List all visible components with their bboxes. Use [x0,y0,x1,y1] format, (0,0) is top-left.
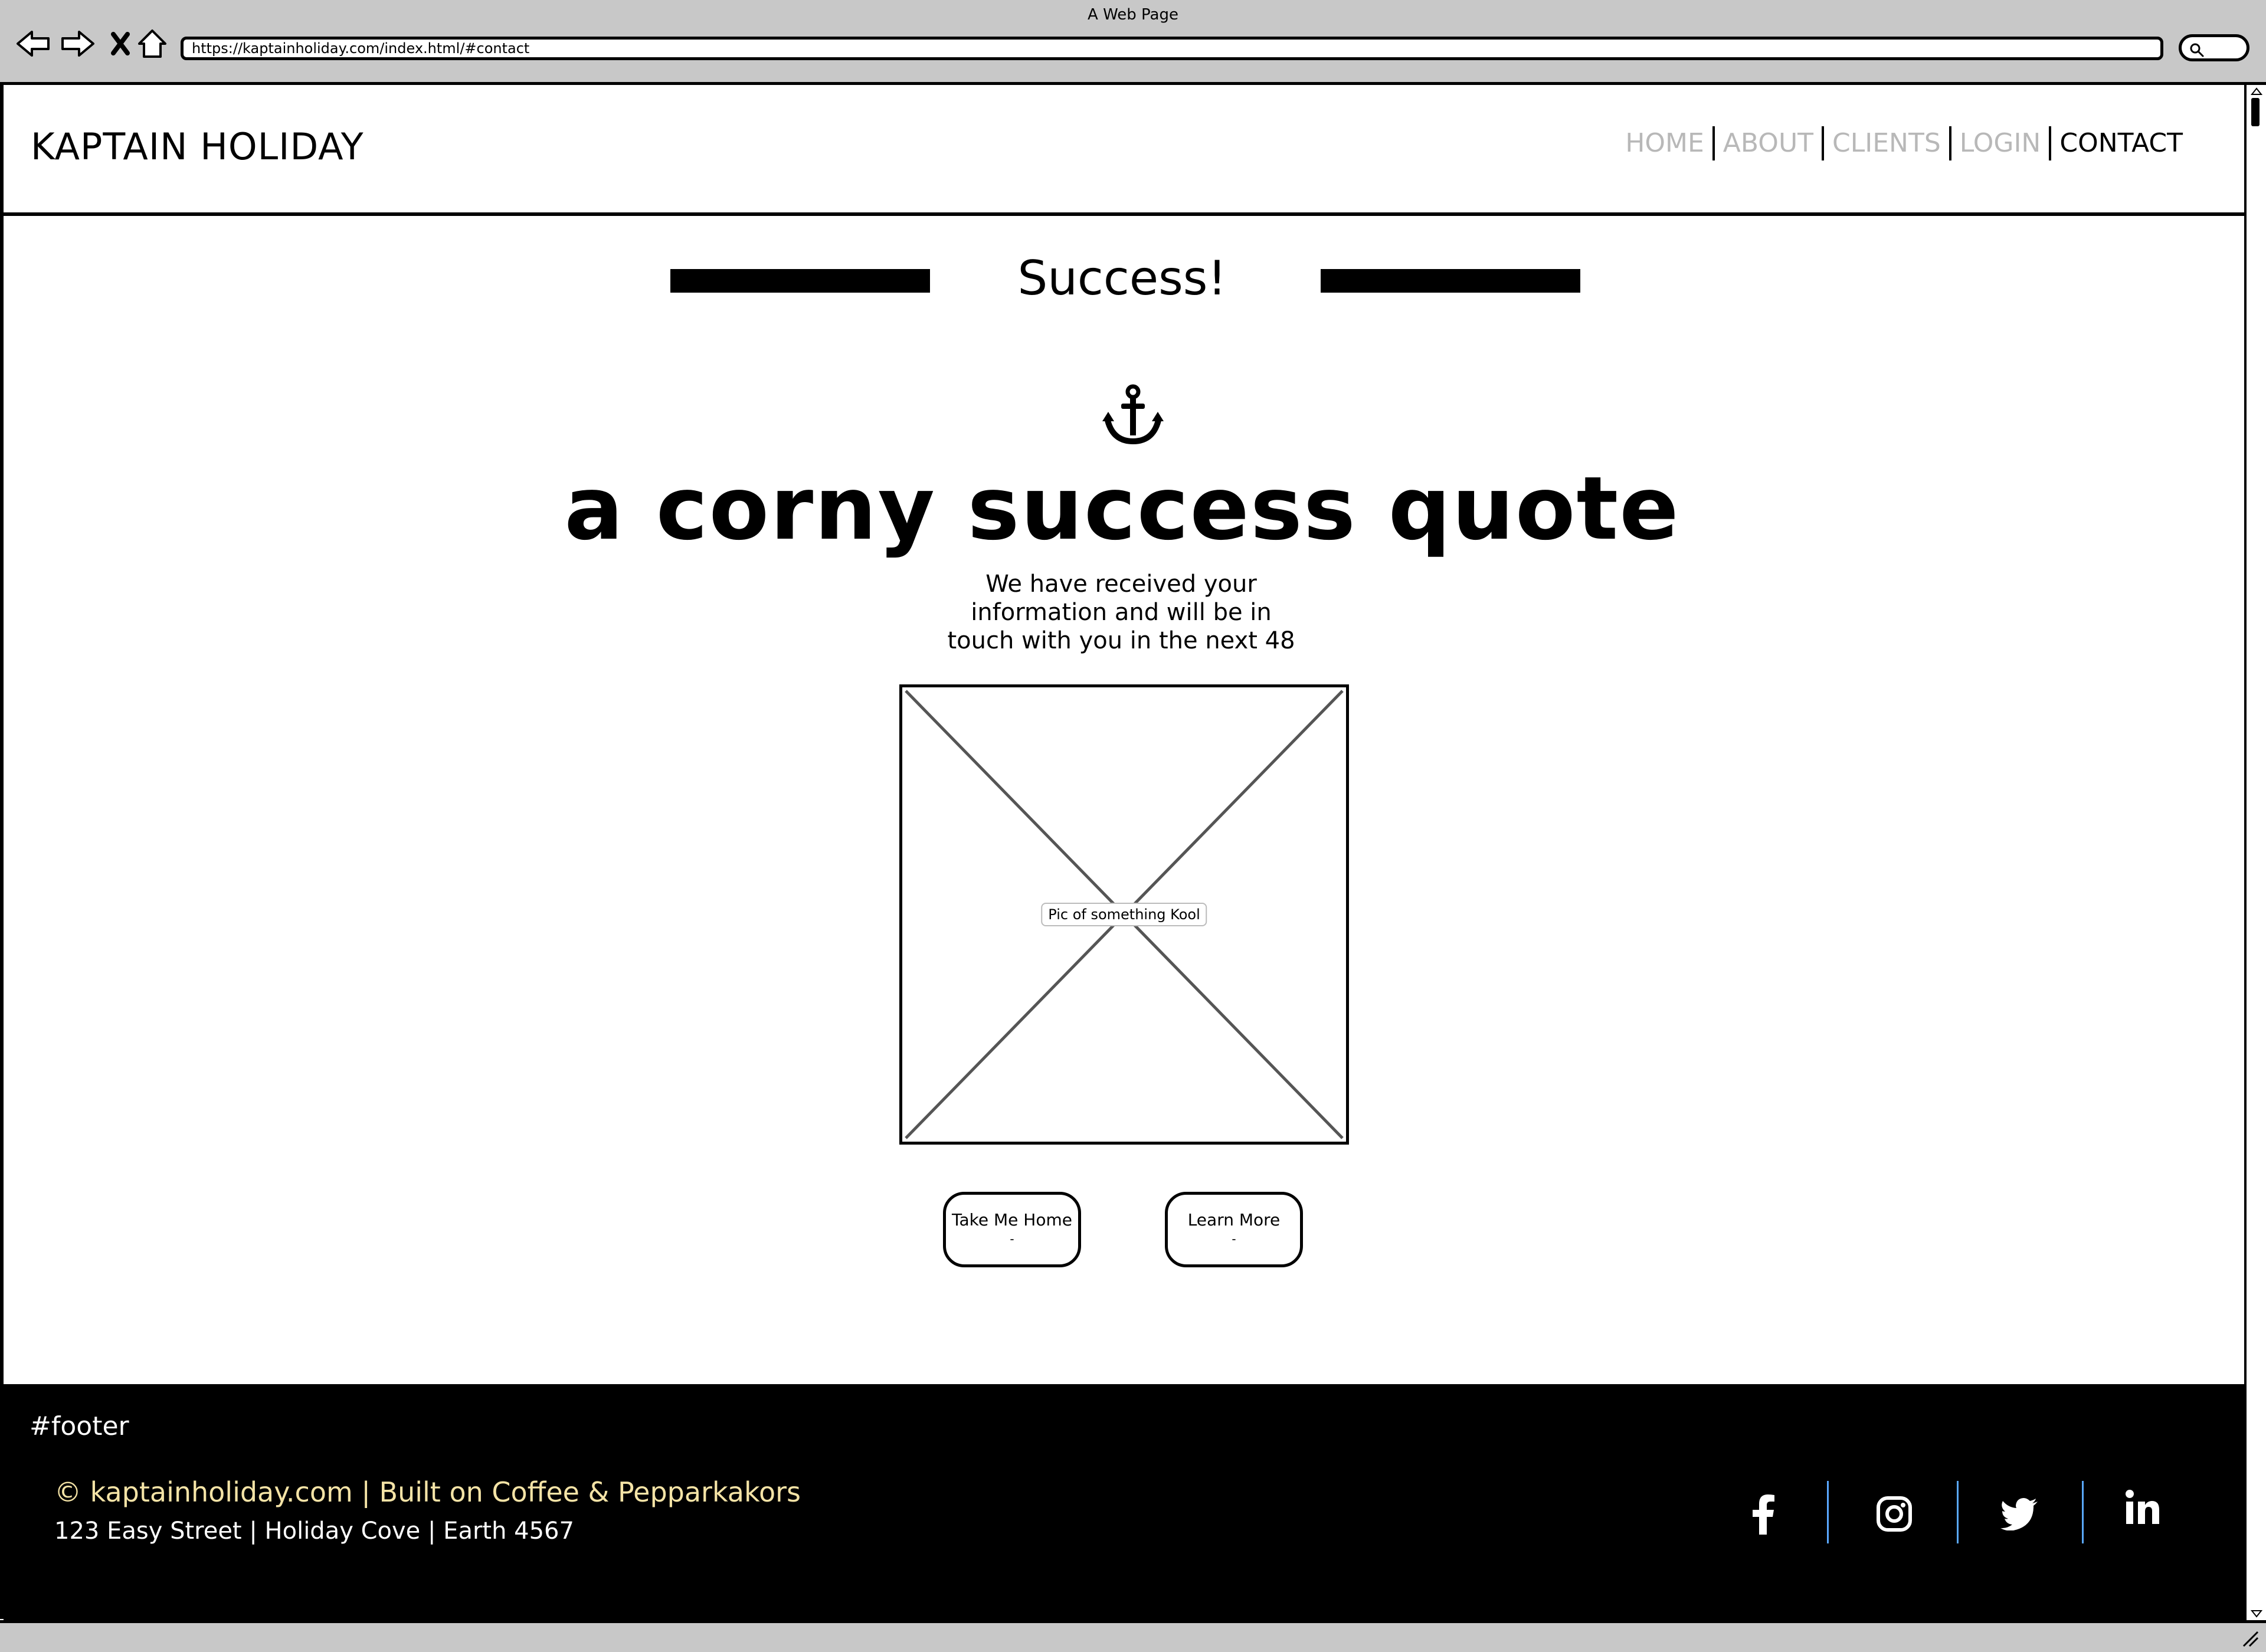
close-icon [111,32,130,55]
arrow-right-icon [61,31,94,57]
linkedin-icon[interactable] [2118,1483,2166,1530]
message-line: information and will be in [971,599,1272,626]
nav-item-contact[interactable]: CONTACT [2051,127,2191,160]
arrow-left-icon [17,31,50,57]
window-title: A Web Page [1088,6,1178,24]
button-sublabel: - [1232,1232,1236,1246]
learn-more-button[interactable]: Learn More - [1165,1192,1303,1267]
address-bar[interactable]: https://kaptainholiday.com/index.html/#c… [181,37,2163,60]
back-button[interactable] [14,25,52,63]
search-icon [2190,43,2204,57]
button-label: Take Me Home [952,1210,1072,1230]
browser-status-bar [0,1620,2266,1652]
success-quote: a corny success quote [564,458,1680,559]
social-separator [2082,1481,2084,1543]
facebook-icon[interactable] [1740,1490,1787,1538]
take-me-home-button[interactable]: Take Me Home - [943,1192,1081,1267]
vertical-scrollbar[interactable] [2244,85,2266,1622]
nav-item-home[interactable]: HOME [1617,127,1712,160]
footer-address: 123 Easy Street | Holiday Cove | Earth 4… [54,1517,574,1545]
nav-item-login[interactable]: LOGIN [1951,127,2049,160]
instagram-icon[interactable] [1871,1490,1918,1538]
forward-button[interactable] [59,25,97,63]
social-separator [1827,1481,1829,1543]
home-button[interactable] [133,25,171,63]
header-divider [4,212,2244,216]
nav-item-clients[interactable]: CLIENTS [1824,127,1949,160]
scrollbar-thumb[interactable] [2251,98,2260,126]
social-separator [1957,1481,1959,1543]
confirmation-message: We have received your information and wi… [921,570,1322,655]
scroll-down-arrow-icon [2251,1610,2262,1618]
scroll-up-arrow-icon [2251,87,2262,95]
home-icon [138,30,166,58]
footer-copyright: © kaptainholiday.com | Built on Coffee &… [54,1476,801,1508]
nav-item-about[interactable]: ABOUT [1715,127,1822,160]
button-sublabel: - [1010,1232,1014,1246]
footer-tag: #footer [30,1411,129,1441]
main-nav: HOME ABOUT CLIENTS LOGIN CONTACT [1617,126,2191,160]
browser-title-bar: A Web Page https://kaptainholiday.com/in… [0,0,2266,85]
browser-search-box[interactable] [2179,34,2249,61]
page-title: Success! [1017,251,1227,306]
site-footer: #footer © kaptainholiday.com | Built on … [4,1384,2244,1620]
image-placeholder: Pic of something Kool [899,684,1349,1145]
message-line: We have received your [985,571,1257,598]
twitter-icon[interactable] [1996,1490,2043,1538]
image-placeholder-label: Pic of something Kool [1041,903,1207,926]
button-label: Learn More [1187,1210,1281,1230]
title-decor-bar-right [1321,269,1580,293]
message-line: touch with you in the next 48 [947,627,1295,654]
site-header: KAPTAIN HOLIDAY HOME ABOUT CLIENTS LOGIN… [4,85,2244,215]
anchor-icon [1102,384,1164,445]
site-brand[interactable]: KAPTAIN HOLIDAY [31,125,364,168]
resize-grip-icon [2242,1631,2259,1647]
